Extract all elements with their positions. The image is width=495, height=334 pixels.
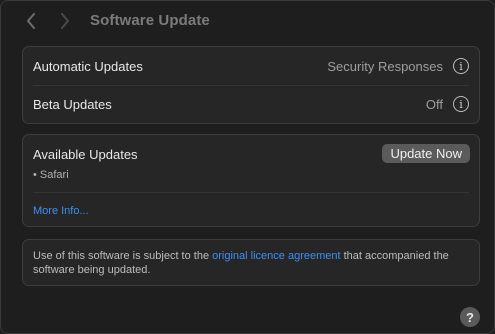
beta-updates-label: Beta Updates bbox=[33, 96, 112, 112]
beta-updates-row: Beta Updates Off i bbox=[23, 85, 479, 123]
licence-text: Use of this software is subject to the o… bbox=[33, 249, 473, 277]
update-list-item: • Safari bbox=[33, 169, 69, 181]
more-info-link[interactable]: More Info... bbox=[33, 205, 89, 217]
licence-group: Use of this software is subject to the o… bbox=[22, 239, 480, 286]
updates-divider bbox=[33, 192, 469, 193]
automatic-updates-row: Automatic Updates Security Responses i bbox=[23, 47, 479, 85]
info-icon[interactable]: i bbox=[453, 96, 469, 112]
page-title: Software Update bbox=[90, 12, 210, 29]
automatic-updates-label: Automatic Updates bbox=[33, 58, 143, 74]
licence-agreement-link[interactable]: original licence agreement bbox=[212, 250, 340, 262]
licence-text-before: Use of this software is subject to the bbox=[33, 250, 213, 262]
available-updates-group: Available Updates Update Now • Safari Mo… bbox=[22, 134, 480, 227]
update-settings-group: Automatic Updates Security Responses i B… bbox=[22, 46, 480, 124]
automatic-updates-value: Security Responses bbox=[327, 58, 443, 74]
help-icon[interactable]: ? bbox=[460, 307, 480, 327]
info-icon[interactable]: i bbox=[453, 58, 469, 74]
available-updates-title: Available Updates bbox=[33, 147, 138, 162]
update-now-button[interactable]: Update Now bbox=[382, 144, 470, 163]
beta-updates-value: Off bbox=[425, 96, 443, 112]
chevron-left-icon[interactable] bbox=[22, 11, 40, 31]
title-bar: Software Update bbox=[0, 0, 495, 42]
chevron-right-icon[interactable] bbox=[56, 11, 74, 31]
